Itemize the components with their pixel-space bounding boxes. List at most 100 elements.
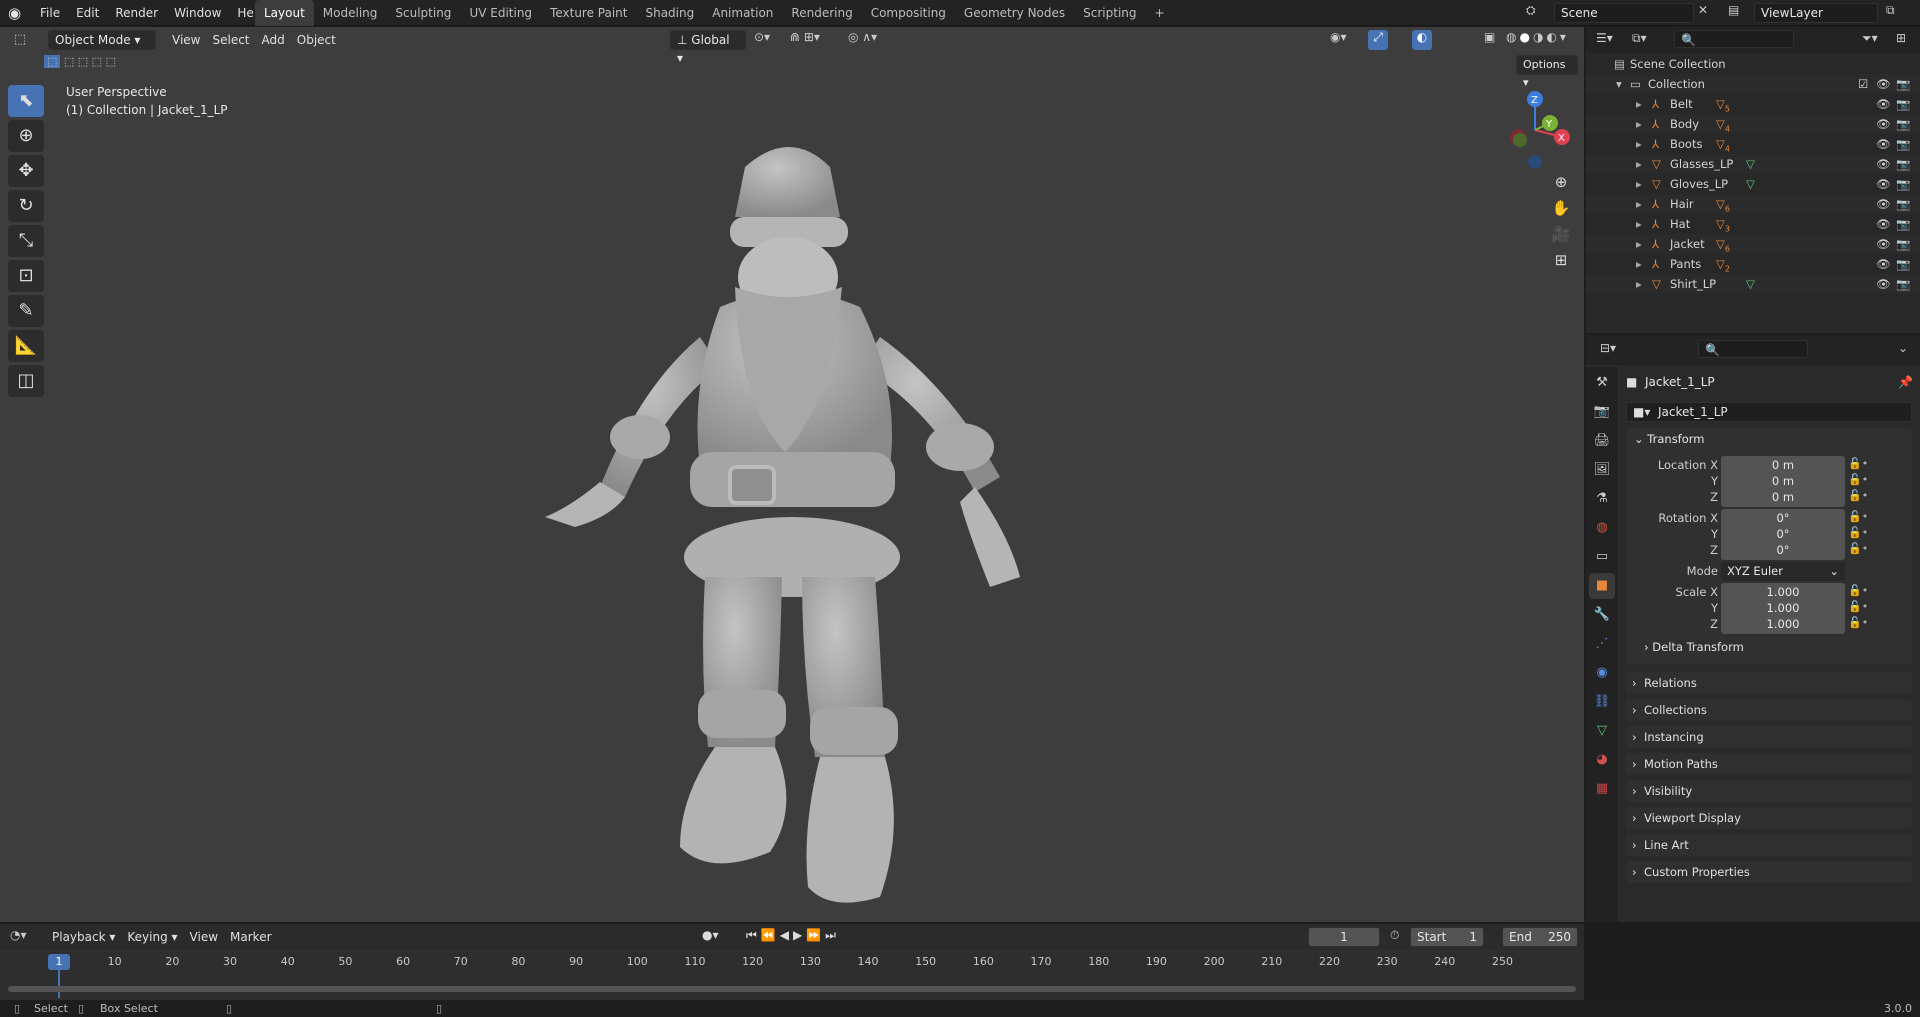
eye-icon[interactable]: 👁 <box>1876 194 1891 214</box>
render-tab-icon[interactable]: 📷 <box>1589 399 1615 425</box>
outliner-row-scene-collection[interactable]: ▤ Scene Collection <box>1586 54 1920 74</box>
playhead[interactable]: 1 <box>48 954 70 970</box>
current-frame-field[interactable]: 1 <box>1308 927 1380 947</box>
pivot-icon[interactable]: ⊙▾ <box>754 30 770 44</box>
eye-icon[interactable]: 👁 <box>1876 274 1891 294</box>
gizmo-neg-y[interactable] <box>1513 133 1527 147</box>
rotation-lock-icons[interactable]: 🔓• 🔓• 🔓• <box>1848 509 1868 557</box>
scene-tab-icon[interactable]: ⚗ <box>1589 486 1615 512</box>
menu-view-timeline[interactable]: View <box>184 927 224 947</box>
eye-icon[interactable]: 👁 <box>1876 154 1891 174</box>
proportional-edit-icon[interactable]: ◎ ∧▾ <box>848 30 877 44</box>
tab-compositing[interactable]: Compositing <box>862 0 955 26</box>
outliner-row-hair[interactable]: ▸ ⅄ Hair ▽6 👁 📷 <box>1586 194 1920 214</box>
panel-collections[interactable]: › Collections <box>1626 699 1912 721</box>
playback-controls[interactable]: ⏮⏪◀▶⏩⏭ <box>746 928 840 943</box>
material-tab-icon[interactable]: ◕ <box>1589 747 1615 773</box>
editor-type-icon[interactable]: ⬚ <box>10 30 30 50</box>
cursor-tool[interactable]: ⊕ <box>8 120 44 152</box>
properties-search[interactable]: 🔍 <box>1698 340 1808 358</box>
camera-icon[interactable]: 📷 <box>1896 154 1910 174</box>
outliner-search[interactable]: 🔍 <box>1674 30 1794 48</box>
scale-z-field[interactable]: 1.000 <box>1721 615 1845 634</box>
menu-marker[interactable]: Marker <box>224 927 277 947</box>
outliner-row-belt[interactable]: ▸ ⅄ Belt ▽5 👁 📷 <box>1586 94 1920 114</box>
tab-scripting[interactable]: Scripting <box>1074 0 1145 26</box>
eye-icon[interactable]: 👁 <box>1876 234 1891 254</box>
outliner-row-pants[interactable]: ▸ ⅄ Pants ▽2 👁 📷 <box>1586 254 1920 274</box>
outliner-row-shirt-lp[interactable]: ▸ ▽ Shirt_LP ▽ 👁 📷 <box>1586 274 1920 294</box>
eye-icon[interactable]: 👁 <box>1876 254 1891 274</box>
orientation-dropdown[interactable]: ⊥ Global ▾ <box>670 30 746 65</box>
camera-icon[interactable]: 📷 <box>1896 114 1910 134</box>
camera-icon[interactable]: 📷 <box>1896 274 1910 294</box>
expand-arrow-icon[interactable]: ▸ <box>1636 194 1642 214</box>
menu-render[interactable]: Render <box>107 0 166 26</box>
panel-line-art[interactable]: › Line Art <box>1626 834 1912 856</box>
camera-icon[interactable]: 📷 <box>1896 94 1910 114</box>
overlay-toggle-icon[interactable]: ◐ <box>1412 30 1432 50</box>
panel-motion-paths[interactable]: › Motion Paths <box>1626 753 1912 775</box>
zoom-icon[interactable]: ⊕ <box>1548 169 1574 195</box>
delta-transform-header[interactable]: › Delta Transform <box>1644 640 1744 654</box>
panel-custom-properties[interactable]: › Custom Properties <box>1626 861 1912 883</box>
eye-icon[interactable]: 👁 <box>1876 114 1891 134</box>
collection-tab-icon[interactable]: ▭ <box>1589 544 1615 570</box>
menu-select[interactable]: Select <box>206 30 255 50</box>
move-tool[interactable]: ✥ <box>8 155 44 187</box>
gizmo-toggle-icon[interactable]: ⤢ <box>1368 30 1388 50</box>
modifier-tab-icon[interactable]: 🔧 <box>1589 602 1615 628</box>
record-icon[interactable]: ●▾ <box>702 928 719 942</box>
tab-uv-editing[interactable]: UV Editing <box>460 0 541 26</box>
scene-selector[interactable]: Scene <box>1554 3 1694 23</box>
stopwatch-icon[interactable]: ⏱ <box>1390 928 1399 943</box>
expand-arrow-icon[interactable]: ▸ <box>1636 174 1642 194</box>
add-workspace-button[interactable]: + <box>1146 0 1174 26</box>
tab-rendering[interactable]: Rendering <box>782 0 861 26</box>
menu-file[interactable]: File <box>32 0 68 26</box>
add-cube-tool[interactable]: ◫ <box>8 365 44 397</box>
menu-window[interactable]: Window <box>166 0 229 26</box>
world-tab-icon[interactable]: ◍ <box>1589 515 1615 541</box>
lock-icons[interactable]: 🔓• 🔓• 🔓• <box>1848 456 1868 504</box>
outliner-row-body[interactable]: ▸ ⅄ Body ▽4 👁 📷 <box>1586 114 1920 134</box>
eye-icon[interactable]: 👁 <box>1876 94 1891 114</box>
3d-viewport[interactable]: ⬚ Object Mode ▾ View Select Add Object ⊥ Gl… <box>0 27 1584 922</box>
tab-sculpting[interactable]: Sculpting <box>386 0 460 26</box>
output-tab-icon[interactable]: 🖨 <box>1589 428 1615 454</box>
view-layer-tab-icon[interactable]: 🖼 <box>1589 457 1615 483</box>
xray-icon[interactable]: ▣ <box>1484 30 1495 44</box>
camera-icon[interactable]: 📷 <box>1896 254 1910 274</box>
expand-arrow-icon[interactable]: ▸ <box>1636 114 1642 134</box>
delete-scene-icon[interactable]: ✕ <box>1698 3 1708 17</box>
camera-icon[interactable]: 📷 <box>1896 174 1910 194</box>
visibility-icon[interactable]: ◉▾ <box>1330 30 1347 44</box>
new-collection-icon[interactable]: ⊞ <box>1896 31 1906 45</box>
measure-tool[interactable]: 📐 <box>8 330 44 362</box>
camera-view-icon[interactable]: 🎥 <box>1548 221 1574 247</box>
end-frame-field[interactable]: End 250 <box>1502 927 1578 947</box>
santa-character-model[interactable] <box>530 107 1070 922</box>
pin-icon[interactable]: 📌 <box>1898 375 1913 389</box>
menu-edit[interactable]: Edit <box>68 0 107 26</box>
navigation-gizmo[interactable]: Z X Y <box>1490 85 1580 175</box>
new-view-layer-icon[interactable]: ⧉ <box>1886 3 1895 18</box>
expand-arrow-icon[interactable]: ▾ <box>1616 74 1622 94</box>
physics-tab-icon[interactable]: ◉ <box>1589 660 1615 686</box>
expand-arrow-icon[interactable]: ▸ <box>1636 134 1642 154</box>
checkbox-icon[interactable]: ☑ <box>1858 74 1868 94</box>
expand-arrow-icon[interactable]: ▸ <box>1636 274 1642 294</box>
expand-arrow-icon[interactable]: ▸ <box>1636 154 1642 174</box>
outliner-row-hat[interactable]: ▸ ⅄ Hat ▽3 👁 📷 <box>1586 214 1920 234</box>
annotate-tool[interactable]: ✎ <box>8 295 44 327</box>
shading-modes[interactable]: ◍●◑◐▾ <box>1506 30 1569 44</box>
camera-icon[interactable]: 📷 <box>1896 214 1910 234</box>
expand-arrow-icon[interactable]: ▸ <box>1636 234 1642 254</box>
eye-icon[interactable]: 👁 <box>1876 174 1891 194</box>
eye-icon[interactable]: 👁 <box>1876 134 1891 154</box>
outliner-row-glasses-lp[interactable]: ▸ ▽ Glasses_LP ▽ 👁 📷 <box>1586 154 1920 174</box>
ortho-grid-icon[interactable]: ⊞ <box>1548 247 1574 273</box>
eye-icon[interactable]: 👁 <box>1876 214 1891 234</box>
view-layer-selector[interactable]: ViewLayer <box>1754 3 1878 23</box>
object-name-field[interactable]: ■▾ Jacket_1_LP <box>1626 402 1912 422</box>
